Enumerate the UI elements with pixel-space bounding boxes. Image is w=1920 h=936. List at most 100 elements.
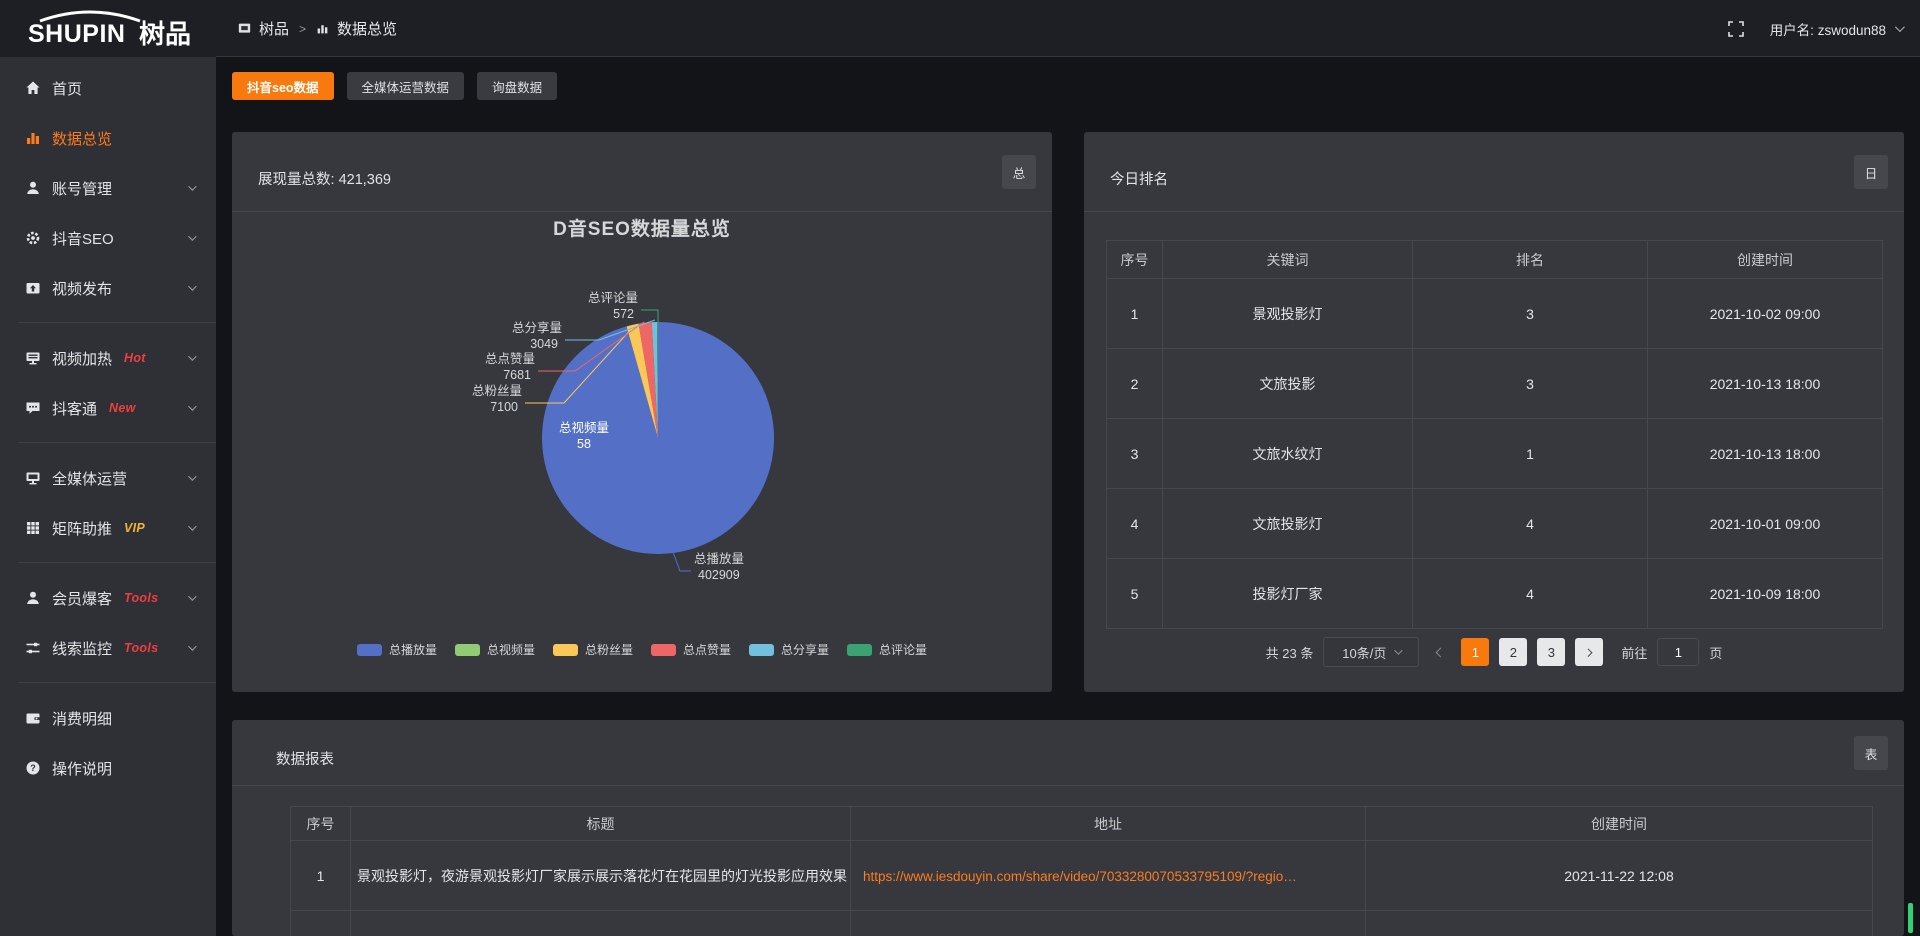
fullscreen-icon[interactable] xyxy=(1728,21,1744,37)
sidebar-item-home[interactable]: 首页 xyxy=(0,63,216,113)
cell-rank: 4 xyxy=(1413,489,1648,559)
tab-inquiry[interactable]: 询盘数据 xyxy=(477,72,557,100)
cell-created xyxy=(1366,911,1873,936)
question-circle-icon: ? xyxy=(25,760,41,776)
page-button-1[interactable]: 1 xyxy=(1461,638,1489,666)
chevron-down-icon xyxy=(188,282,196,290)
chat-bubble-icon xyxy=(25,400,41,416)
page-button-3[interactable]: 3 xyxy=(1537,638,1565,666)
sidebar-item-matrix-boost[interactable]: 矩阵助推 VIP xyxy=(0,503,216,553)
legend-label: 总点赞量 xyxy=(683,641,731,658)
legend-label: 总粉丝量 xyxy=(585,641,633,658)
sidebar-item-video-heat[interactable]: 视频加热 Hot xyxy=(0,333,216,383)
cell-created: 2021-10-13 18:00 xyxy=(1648,419,1883,489)
hot-badge: Hot xyxy=(124,351,146,365)
table-row: 1 景观投影灯，夜游景观投影灯厂家展示展示落花灯在花园里的灯光投影应用效果 # … xyxy=(291,841,1873,911)
sidebar-item-label: 消费明细 xyxy=(52,708,112,729)
legend-swatch xyxy=(847,644,872,656)
gear-icon xyxy=(25,230,41,246)
chart-legend: 总播放量 总视频量 总粉丝量 总点赞量 总分享量 总评论量 xyxy=(232,641,1052,658)
legend-label: 总视频量 xyxy=(487,641,535,658)
chevron-down-icon xyxy=(1395,646,1403,654)
sidebar-item-member-burst[interactable]: 会员爆客 Tools xyxy=(0,573,216,623)
tab-media-ops[interactable]: 全媒体运营数据 xyxy=(347,72,465,100)
legend-swatch xyxy=(651,644,676,656)
scrollbar-thumb[interactable] xyxy=(1908,903,1913,933)
sidebar-item-account[interactable]: 账号管理 xyxy=(0,163,216,213)
wallet-icon xyxy=(25,710,41,726)
user-icon xyxy=(25,590,41,606)
sidebar-item-douketong[interactable]: 抖客通 New xyxy=(0,383,216,433)
page-button-2[interactable]: 2 xyxy=(1499,638,1527,666)
publish-icon xyxy=(25,280,41,296)
sidebar-item-help[interactable]: ? 操作说明 xyxy=(0,743,216,793)
legend-item-总点赞量[interactable]: 总点赞量 xyxy=(651,641,731,658)
report-mode-button[interactable]: 表 xyxy=(1854,736,1888,770)
vip-badge: VIP xyxy=(124,521,145,535)
cell-title: 景观投影灯，夜游景观投影灯厂家展示展示落花灯在花园里的灯光投影应用效果 # xyxy=(351,841,851,911)
top-bar: SHUPIN 树品 树品 > 数据总览 用户名: zswodun88 xyxy=(0,0,1920,57)
video-link[interactable]: https://www.iesdouyin.com/share/video/70… xyxy=(863,869,1297,884)
sidebar-item-douyin-seo[interactable]: 抖音SEO xyxy=(0,213,216,263)
cell-no: 1 xyxy=(291,841,351,911)
table-row: 5 投影灯厂家 4 2021-10-09 18:00 xyxy=(1107,559,1883,629)
pie-chart: 总播放量402909总视频量58总粉丝量7100总点赞量7681总分享量3049… xyxy=(232,132,1052,692)
sidebar-item-label: 操作说明 xyxy=(52,758,112,779)
legend-item-总分享量[interactable]: 总分享量 xyxy=(749,641,829,658)
pie-label-总点赞量: 总点赞量7681 xyxy=(485,352,535,382)
bar-chart-icon xyxy=(316,22,329,35)
legend-item-总粉丝量[interactable]: 总粉丝量 xyxy=(553,641,633,658)
cell-created: 2021-10-01 09:00 xyxy=(1648,489,1883,559)
cell-created: 2021-10-09 18:00 xyxy=(1648,559,1883,629)
table-row xyxy=(291,911,1873,936)
cell-rank: 3 xyxy=(1413,349,1648,419)
legend-item-总视频量[interactable]: 总视频量 xyxy=(455,641,535,658)
sliders-icon xyxy=(25,640,41,656)
legend-swatch xyxy=(553,644,578,656)
pie-label-总分享量: 总分享量3049 xyxy=(512,320,562,351)
logo-text-cn: 树品 xyxy=(139,19,191,49)
overview-panel: 展现量总数: 421,369 总 D音SEO数据量总览 总播放量402909总视… xyxy=(232,132,1052,692)
tab-douyin-seo[interactable]: 抖音seo数据 xyxy=(232,72,334,100)
grid-icon xyxy=(25,520,41,536)
app-icon xyxy=(238,22,251,35)
sidebar-item-lead-monitor[interactable]: 线索监控 Tools xyxy=(0,623,216,673)
sidebar-item-data-overview[interactable]: 数据总览 xyxy=(0,113,216,163)
cell-title xyxy=(351,911,851,936)
next-page-button[interactable] xyxy=(1575,638,1603,666)
chevron-down-icon xyxy=(1895,22,1905,32)
chevron-left-icon xyxy=(1435,647,1445,657)
sidebar-item-expense-detail[interactable]: 消费明细 xyxy=(0,693,216,743)
chevron-down-icon xyxy=(188,232,196,240)
sidebar-item-video-publish[interactable]: 视频发布 xyxy=(0,263,216,313)
goto-label: 前往 xyxy=(1621,643,1647,662)
topbar-divider xyxy=(216,56,1920,57)
legend-item-总播放量[interactable]: 总播放量 xyxy=(357,641,437,658)
username-label: 用户名: zswodun88 xyxy=(1770,19,1886,39)
label-line-总播放量 xyxy=(673,552,691,571)
sidebar-item-media-ops[interactable]: 全媒体运营 xyxy=(0,453,216,503)
cell-keyword: 文旅水纹灯 xyxy=(1163,419,1413,489)
page-size-select[interactable]: 10条/页 xyxy=(1323,637,1419,667)
table-row: 4 文旅投影灯 4 2021-10-01 09:00 xyxy=(1107,489,1883,559)
col-url: 地址 xyxy=(851,807,1366,841)
table-row: 2 文旅投影 3 2021-10-13 18:00 xyxy=(1107,349,1883,419)
pagination-total: 共 23 条 xyxy=(1266,643,1314,662)
report-panel-header: 数据报表 表 xyxy=(232,720,1904,786)
chevron-down-icon xyxy=(188,642,196,650)
col-keyword: 关键词 xyxy=(1163,241,1413,279)
prev-page-button[interactable] xyxy=(1429,649,1451,656)
rank-panel-header: 今日排名 日 xyxy=(1084,132,1904,212)
legend-item-总评论量[interactable]: 总评论量 xyxy=(847,641,927,658)
cell-no: 1 xyxy=(1107,279,1163,349)
breadcrumb-home[interactable]: 树品 xyxy=(259,18,289,39)
report-panel: 数据报表 表 序号 标题 地址 创建时间 1 景观投影灯，夜游景观投影灯厂家展示… xyxy=(232,720,1904,936)
goto-page-input[interactable] xyxy=(1657,638,1699,666)
cell-url xyxy=(851,911,1366,936)
username-menu[interactable]: 用户名: zswodun88 xyxy=(1770,19,1902,39)
logo-text-en: SHUPIN xyxy=(28,20,125,48)
sidebar-divider xyxy=(18,442,216,443)
sidebar-item-label: 会员爆客 xyxy=(52,588,112,609)
goto-unit: 页 xyxy=(1709,643,1722,662)
rank-mode-button[interactable]: 日 xyxy=(1854,155,1888,189)
